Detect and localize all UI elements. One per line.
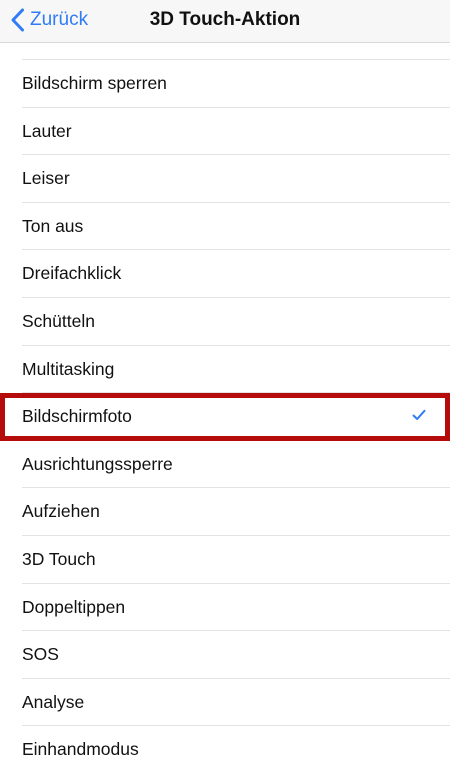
- checkmark-icon: [412, 409, 426, 421]
- list-item-label: Analyse: [22, 691, 85, 712]
- list-top-spacer: [0, 43, 450, 59]
- list-item[interactable]: Lauter: [0, 108, 450, 156]
- list-item[interactable]: Schütteln: [0, 298, 450, 346]
- list-item-label: Ton aus: [22, 215, 84, 236]
- list-item[interactable]: SOS: [0, 631, 450, 679]
- list-item-label: Aufziehen: [22, 501, 100, 522]
- list-item[interactable]: Leiser: [0, 155, 450, 203]
- list-item[interactable]: Multitasking: [0, 346, 450, 394]
- list-item-label: Leiser: [22, 168, 70, 189]
- list-item[interactable]: Einhandmodus: [0, 726, 450, 774]
- list-item-label: Ausrichtungssperre: [22, 453, 173, 474]
- list-item-label: SOS: [22, 644, 59, 665]
- list-item[interactable]: 3D Touch: [0, 536, 450, 584]
- list-item[interactable]: Bildschirm sperren: [0, 60, 450, 108]
- list-item[interactable]: Doppeltippen: [0, 584, 450, 632]
- list-item-label: 3D Touch: [22, 548, 96, 569]
- list-item-label: Doppeltippen: [22, 596, 126, 617]
- list-item-label: Dreifachklick: [22, 263, 122, 284]
- list-item-label: Bildschirmfoto: [22, 406, 132, 427]
- list-item[interactable]: Dreifachklick: [0, 250, 450, 298]
- list-item-label: Lauter: [22, 120, 72, 141]
- action-list: Bildschirm sperren Lauter Leiser Ton aus…: [0, 60, 450, 774]
- list-item[interactable]: Aufziehen: [0, 488, 450, 536]
- list-item[interactable]: Ausrichtungssperre: [0, 441, 450, 489]
- list-item-label: Bildschirm sperren: [22, 73, 167, 93]
- list-item[interactable]: Ton aus: [0, 203, 450, 251]
- page-title: 3D Touch-Aktion: [149, 9, 301, 30]
- list-item[interactable]: Analyse: [0, 679, 450, 727]
- list-item-label: Schütteln: [22, 310, 95, 331]
- list-item-label: Multitasking: [22, 358, 115, 379]
- list-item-selected[interactable]: Bildschirmfoto: [0, 393, 450, 441]
- list-item-label: Einhandmodus: [22, 739, 139, 760]
- navigation-bar: Zurück 3D Touch-Aktion: [0, 0, 450, 43]
